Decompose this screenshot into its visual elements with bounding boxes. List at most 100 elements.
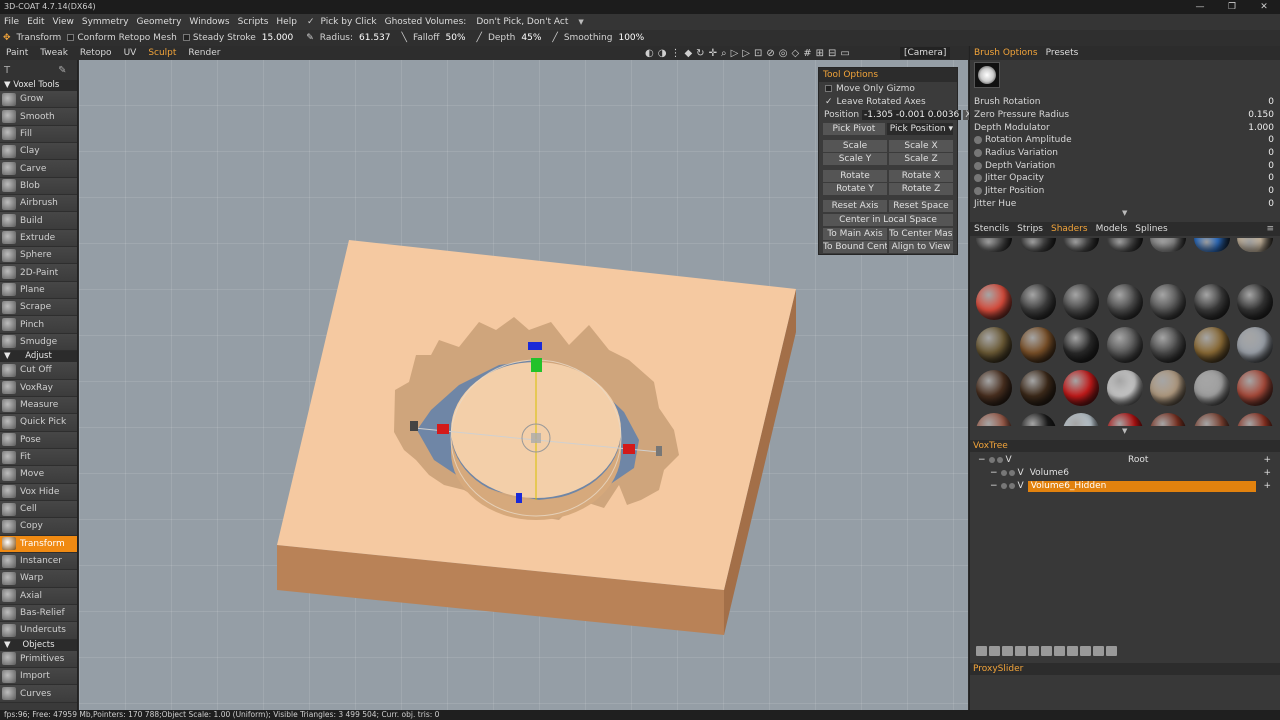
brush-alpha-preview[interactable]	[974, 62, 1000, 88]
gizmo-x-handle-left[interactable]	[437, 424, 449, 434]
gizmo-z-handle-bottom[interactable]	[516, 493, 522, 503]
rotate-x-button[interactable]: Rotate X	[889, 170, 953, 182]
visibility-icons[interactable]	[1000, 470, 1015, 476]
folder-icon[interactable]	[989, 646, 1000, 656]
tool-grow[interactable]: Grow	[0, 91, 77, 109]
pick-by-click-check-icon[interactable]: ✓	[301, 17, 317, 27]
tab-strips[interactable]: Strips	[1013, 224, 1047, 234]
brush-option-depth-modulator[interactable]: Depth Modulator 1.000	[974, 121, 1278, 134]
tool-pose[interactable]: Pose	[0, 431, 77, 449]
shader-swatch[interactable]	[1063, 238, 1099, 252]
move-only-gizmo-toggle[interactable]: Move Only Gizmo	[819, 82, 957, 95]
menu-symmetry[interactable]: Symmetry	[78, 17, 133, 27]
tab-presets[interactable]: Presets	[1042, 48, 1083, 58]
ghosted-volumes-select[interactable]: Don't Pick, Don't Act	[470, 17, 572, 27]
shader-swatch[interactable]	[1193, 413, 1230, 426]
scale-x-button[interactable]: Scale X	[889, 140, 953, 152]
minus-icon[interactable]: −	[990, 481, 998, 491]
scale-button[interactable]: Scale	[823, 140, 887, 152]
brush-option-jitter-position[interactable]: Jitter Position 0	[974, 185, 1278, 198]
voxtree-header[interactable]: VoxTree	[970, 440, 1280, 452]
light-icon[interactable]: ◑	[658, 48, 667, 59]
gizmo-center-handle[interactable]	[531, 433, 541, 443]
gizmo-x-handle-right[interactable]	[623, 444, 635, 454]
arrows-icon[interactable]	[1054, 646, 1065, 656]
layout-icon[interactable]: ⊞	[816, 48, 824, 59]
volume6-label[interactable]: Volume6	[1030, 468, 1069, 478]
shader-swatch[interactable]	[1237, 327, 1273, 363]
ortho-icon[interactable]: ⊡	[754, 48, 762, 59]
room-uv[interactable]: UV	[118, 48, 143, 58]
shader-swatch[interactable]	[1063, 284, 1099, 320]
grid-icon[interactable]: #	[803, 48, 811, 59]
rotate-button[interactable]: Rotate	[823, 170, 887, 182]
brush-option-value[interactable]: 0	[1268, 97, 1274, 107]
shader-swatch[interactable]	[1063, 370, 1099, 406]
tool-2d-paint[interactable]: 2D-Paint	[0, 264, 77, 282]
sphere-view-icon[interactable]: ◎	[779, 48, 788, 59]
copy-icon[interactable]	[1080, 646, 1091, 656]
add-layer-icon[interactable]: +	[1263, 481, 1271, 491]
brush-option-jitter-opacity[interactable]: Jitter Opacity 0	[974, 172, 1278, 185]
shader-swatch[interactable]	[1106, 413, 1143, 426]
add-layer-icon[interactable]: +	[1263, 455, 1271, 465]
shader-swatch[interactable]	[1106, 238, 1143, 252]
shader-swatch[interactable]	[1150, 238, 1186, 252]
flip-icon[interactable]	[1067, 646, 1078, 656]
adjust-header[interactable]: ▼ Adjust	[0, 351, 77, 363]
menu-file[interactable]: File	[0, 17, 23, 27]
perspective-icon[interactable]: ▷	[731, 48, 739, 59]
shader-swatch[interactable]	[1019, 238, 1056, 252]
brush-option-value[interactable]: 0.150	[1248, 110, 1274, 120]
tool-curves[interactable]: Curves	[0, 685, 77, 703]
material-icon[interactable]: ◆	[684, 48, 692, 59]
tool-blob[interactable]: Blob	[0, 177, 77, 196]
tool-extrude[interactable]: Extrude	[0, 229, 77, 248]
proxy-slider-header[interactable]: ProxySlider	[970, 663, 1280, 675]
voxel-tools-header[interactable]: ▼ Voxel Tools	[0, 80, 77, 91]
minus-icon[interactable]: −	[978, 455, 986, 465]
ghost-icon[interactable]	[1008, 470, 1015, 476]
rotate-z-button[interactable]: Rotate Z	[889, 183, 953, 195]
text-tool-icon[interactable]: T	[4, 65, 10, 76]
shader-swatch[interactable]	[1106, 284, 1143, 320]
objects-header[interactable]: ▼ Objects	[0, 639, 77, 651]
shader-swatch[interactable]	[976, 370, 1012, 406]
tool-options-header[interactable]: Tool Options	[819, 68, 957, 82]
tab-stencils[interactable]: Stencils	[970, 224, 1013, 234]
close-button[interactable]: ✕	[1248, 0, 1280, 14]
shader-swatch[interactable]	[1237, 238, 1273, 252]
pick-pivot-button[interactable]: Pick Pivot	[823, 123, 885, 135]
check-icon[interactable]: ✓	[825, 97, 833, 107]
pen-pressure-icon[interactable]	[974, 187, 982, 196]
shader-swatch[interactable]	[1150, 284, 1186, 320]
shader-swatch[interactable]	[1106, 370, 1143, 406]
wire-icon[interactable]: ◇	[791, 48, 799, 59]
tool-move[interactable]: Move	[0, 466, 77, 484]
menu-geometry[interactable]: Geometry	[133, 17, 186, 27]
gizmo-cone-left[interactable]	[410, 421, 418, 431]
tool-vox-hide[interactable]: Vox Hide	[0, 483, 77, 501]
voxtree-row-volume6-hidden[interactable]: − V Volume6_Hidden +	[970, 480, 1280, 492]
menu-scripts[interactable]: Scripts	[234, 17, 273, 27]
move-only-gizmo-checkbox[interactable]	[825, 85, 832, 92]
ghost-icon[interactable]	[996, 457, 1003, 463]
tool-smooth[interactable]: Smooth	[0, 108, 77, 126]
frame-icon[interactable]: ▷	[742, 48, 750, 59]
maximize-button[interactable]: ❐	[1216, 0, 1248, 14]
shading-icon[interactable]: ◐	[645, 48, 654, 59]
tool-quick-pick[interactable]: Quick Pick	[0, 414, 77, 432]
pen-pressure-icon[interactable]	[974, 161, 982, 170]
reset-axis-button[interactable]: Reset Axis	[823, 200, 887, 212]
shader-swatch[interactable]	[1150, 413, 1186, 426]
tool-undercuts[interactable]: Undercuts	[0, 622, 77, 640]
shader-swatch[interactable]	[976, 413, 1012, 426]
tool-voxray[interactable]: VoxRay	[0, 379, 77, 397]
add-layer-icon[interactable]: +	[1263, 468, 1271, 478]
leave-rotated-axes-toggle[interactable]: ✓ Leave Rotated Axes	[819, 95, 957, 108]
tool-cut-off[interactable]: Cut Off	[0, 362, 77, 380]
reset-space-button[interactable]: Reset Space	[889, 200, 953, 212]
scale-z-button[interactable]: Scale Z	[889, 153, 953, 165]
shader-swatch[interactable]	[1193, 284, 1230, 320]
tool-transform[interactable]: Transform	[0, 535, 77, 553]
